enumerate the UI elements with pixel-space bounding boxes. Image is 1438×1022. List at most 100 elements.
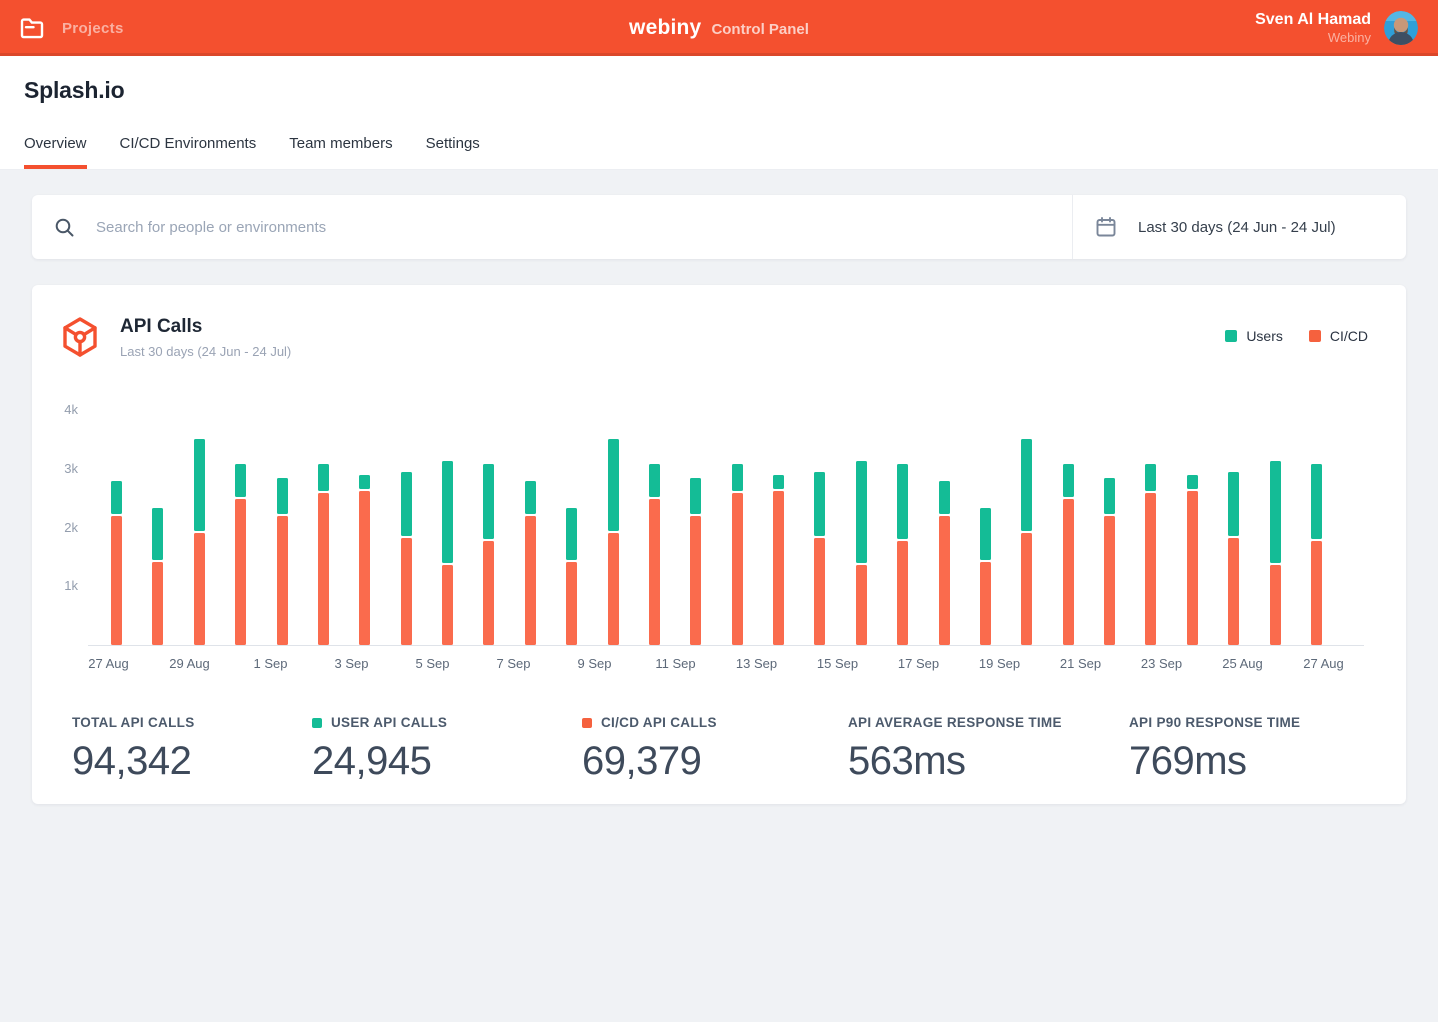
projects-nav-button[interactable]: Projects <box>20 18 124 39</box>
bar-segment-cicd <box>732 493 743 645</box>
stat-total-api-calls: TOTAL API CALLS 94,342 <box>72 715 312 784</box>
bar-segment-cicd <box>773 491 784 645</box>
bar-segment-cicd <box>111 516 122 645</box>
x-tick-label: 27 Aug <box>68 656 149 671</box>
stacked-bar <box>897 464 908 645</box>
stacked-bar <box>566 508 577 645</box>
stacked-bar <box>814 472 825 645</box>
bar-segment-users <box>235 464 246 496</box>
y-tick-label: 2k <box>32 520 78 536</box>
stat-user-api-calls: USER API CALLS 24,945 <box>312 715 582 784</box>
bar-segment-users <box>111 481 122 513</box>
stat-value: 769ms <box>1129 739 1412 784</box>
webiny-logo: webiny <box>629 16 701 40</box>
stacked-bar <box>277 478 288 645</box>
x-tick-label: 1 Sep <box>230 656 311 671</box>
user-menu[interactable]: Sven Al Hamad Webiny <box>1255 10 1418 46</box>
search-bar: Last 30 days (24 Jun - 24 Jul) <box>32 195 1406 259</box>
bars <box>111 403 1322 645</box>
stat-ci-cd-api-calls: CI/CD API CALLS69,379 <box>582 715 848 784</box>
user-info: Sven Al Hamad Webiny <box>1255 10 1371 46</box>
stacked-bar <box>1270 461 1281 645</box>
y-tick-label: 3k <box>32 461 78 477</box>
bar-segment-users <box>277 478 288 514</box>
stat-label: TOTAL API CALLS <box>72 715 312 730</box>
bar-segment-cicd <box>897 541 908 645</box>
top-bar: Projects webiny Control Panel Sven Al Ha… <box>0 0 1438 56</box>
bar-segment-users <box>401 472 412 535</box>
bar-segment-users <box>897 464 908 539</box>
bar-segment-users <box>318 464 329 492</box>
x-axis: 27 Aug29 Aug1 Sep3 Sep5 Sep7 Sep9 Sep11 … <box>68 656 1364 671</box>
stacked-bar <box>608 439 619 645</box>
stat-label: API AVERAGE RESPONSE TIME <box>848 715 1129 730</box>
x-tick-label: 19 Sep <box>959 656 1040 671</box>
bar-segment-users <box>1145 464 1156 492</box>
app-logo: webiny Control Panel <box>629 0 809 56</box>
bar-segment-users <box>814 472 825 535</box>
bar-segment-users <box>1187 475 1198 489</box>
bar-segment-users <box>525 481 536 513</box>
bar-segment-cicd <box>1270 565 1281 645</box>
stats-row: TOTAL API CALLS 94,342USER API CALLS 24,94… <box>72 715 1412 784</box>
bar-segment-cicd <box>1104 516 1115 645</box>
stat-label: USER API CALLS <box>312 715 582 730</box>
x-tick-label: 11 Sep <box>635 656 716 671</box>
date-range-picker[interactable]: Last 30 days (24 Jun - 24 Jul) <box>1073 195 1406 259</box>
bar-segment-cicd <box>359 491 370 645</box>
stacked-bar <box>939 481 950 645</box>
bar-segment-users <box>483 464 494 539</box>
avatar[interactable] <box>1384 11 1418 45</box>
bar-segment-users <box>194 439 205 532</box>
bar-segment-cicd <box>1228 538 1239 646</box>
x-tick-label: 17 Sep <box>878 656 959 671</box>
x-tick-label: 3 Sep <box>311 656 392 671</box>
bar-segment-cicd <box>525 516 536 645</box>
bar-segment-cicd <box>690 516 701 645</box>
search-section <box>32 195 1072 259</box>
search-input[interactable] <box>96 219 1072 236</box>
bar-segment-users <box>773 475 784 489</box>
y-tick-label: 1k <box>32 578 78 594</box>
bar-segment-cicd <box>1311 541 1322 645</box>
stat-value: 94,342 <box>72 739 312 784</box>
stacked-bar <box>1145 464 1156 645</box>
stacked-bar <box>442 461 453 645</box>
bar-segment-users <box>1228 472 1239 535</box>
bar-segment-cicd <box>939 516 950 645</box>
tab-settings[interactable]: Settings <box>426 135 480 169</box>
stacked-bar <box>359 475 370 645</box>
bar-segment-cicd <box>277 516 288 645</box>
bar-segment-cicd <box>152 562 163 645</box>
bar-segment-cicd <box>1187 491 1198 645</box>
tab-overview[interactable]: Overview <box>24 135 87 169</box>
stacked-bar <box>1228 472 1239 645</box>
stacked-bar <box>194 439 205 645</box>
x-tick-label: 15 Sep <box>797 656 878 671</box>
bar-segment-cicd <box>194 533 205 645</box>
search-icon <box>54 217 75 238</box>
tab-ci-cd-environments[interactable]: CI/CD Environments <box>120 135 257 169</box>
bar-segment-cicd <box>566 562 577 645</box>
bar-segment-users <box>152 508 163 560</box>
stacked-bar <box>732 464 743 645</box>
projects-label: Projects <box>62 20 124 37</box>
stacked-bar <box>980 508 991 645</box>
tab-team-members[interactable]: Team members <box>289 135 392 169</box>
x-axis-line <box>88 645 1364 646</box>
bar-segment-users <box>442 461 453 562</box>
x-tick-label: 5 Sep <box>392 656 473 671</box>
tabs: Overview CI/CD Environments Team members Se… <box>0 135 1438 169</box>
calendar-icon <box>1095 216 1117 238</box>
logo-suffix: Control Panel <box>711 19 809 38</box>
folder-icon <box>20 18 44 39</box>
stat-value: 24,945 <box>312 739 582 784</box>
x-tick-label: 29 Aug <box>149 656 230 671</box>
bar-segment-users <box>649 464 660 496</box>
bar-segment-cicd <box>442 565 453 645</box>
stacked-bar <box>773 475 784 645</box>
bar-segment-users <box>732 464 743 492</box>
stacked-bar <box>111 481 122 645</box>
user-name: Sven Al Hamad <box>1255 10 1371 30</box>
bar-segment-cicd <box>1021 533 1032 645</box>
